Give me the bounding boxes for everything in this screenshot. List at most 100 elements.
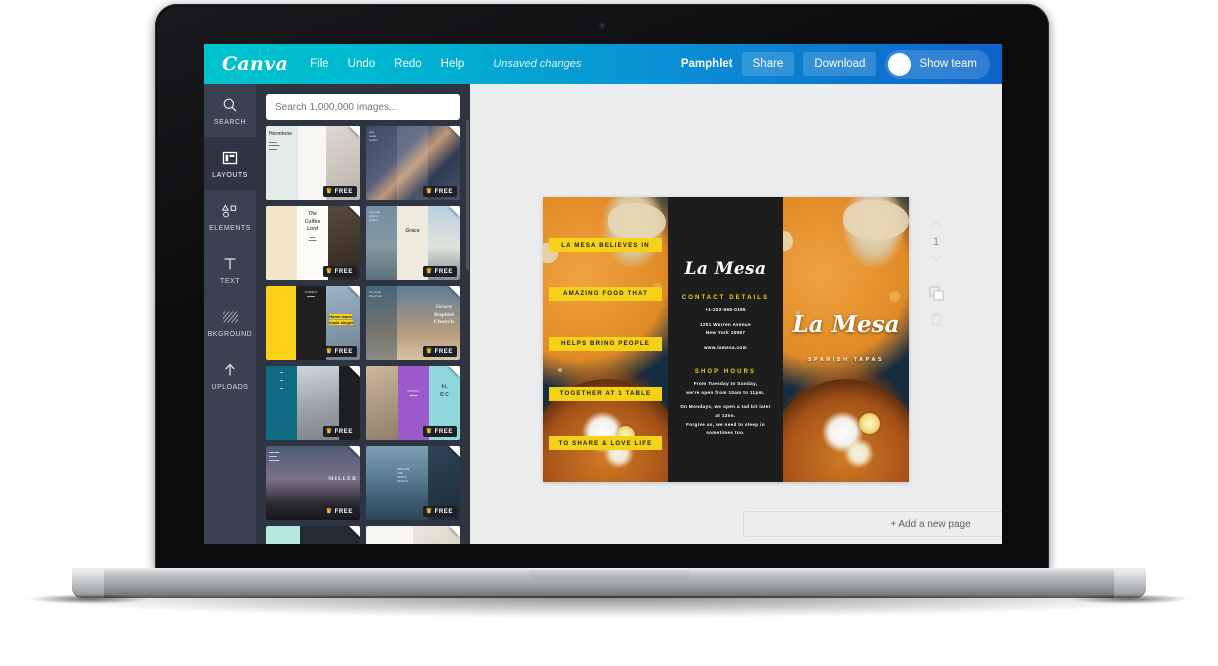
- sidebar-item-background[interactable]: BKGROUND: [204, 296, 256, 349]
- design-stage: LA MESA BELIEVES IN AMAZING FOOD THAT HE…: [470, 84, 1002, 544]
- template-card[interactable]: [366, 526, 460, 544]
- laptop-mockup: Canva File Undo Redo Help Unsaved change…: [0, 0, 1218, 666]
- paella-dish-right: [783, 379, 909, 482]
- free-label: FREE: [334, 268, 353, 275]
- background-icon: [222, 308, 239, 327]
- template-free-badge: ♛ FREE: [422, 266, 457, 277]
- sidebar-label-elements: ELEMENTS: [209, 224, 251, 232]
- template-card[interactable]: style meets comfort ♛ FREE: [366, 126, 460, 200]
- crown-icon: ♛: [325, 188, 333, 195]
- crown-icon: ♛: [425, 508, 433, 515]
- template-card[interactable]: The Coffee Lord ▬▬ ▬▬▬ ♛ FREE: [266, 206, 360, 280]
- template-card[interactable]: ▬▬▬▬ ▬▬▬ ▬▬▬▬ MILLER ♛ FREE: [266, 446, 360, 520]
- template-free-badge: ♛ FREE: [422, 346, 457, 357]
- sidebar-label-text: TEXT: [220, 277, 240, 285]
- template-card[interactable]: CONNECT ▬▬▬ Home loans made simple ♛ FREE: [266, 286, 360, 360]
- laptop-screen: Canva File Undo Redo Help Unsaved change…: [204, 44, 1002, 544]
- free-label: FREE: [434, 428, 453, 435]
- free-label: FREE: [434, 188, 453, 195]
- sidebar-item-search[interactable]: SEARCH: [204, 84, 256, 137]
- crown-icon: ♛: [425, 348, 433, 355]
- chevron-down-icon[interactable]: [930, 254, 943, 264]
- template-free-badge: ♛ FREE: [422, 426, 457, 437]
- document-title[interactable]: Pamphlet: [681, 58, 733, 70]
- menu-help[interactable]: Help: [441, 58, 465, 70]
- template-card[interactable]: The Grace Way of Life Grace Baptist Church …: [366, 286, 460, 360]
- add-new-page-button[interactable]: + Add a new page: [743, 511, 1002, 537]
- crown-icon: ♛: [425, 428, 433, 435]
- template-panel-scrollbar[interactable]: [466, 120, 469, 270]
- page-controls: 1: [918, 220, 954, 331]
- template-fold-corner: [349, 126, 360, 137]
- free-label: FREE: [434, 268, 453, 275]
- sidebar-item-uploads[interactable]: UPLOADS: [204, 349, 256, 402]
- text-icon: [222, 255, 238, 274]
- sidebar-item-layouts[interactable]: LAYOUTS: [204, 137, 256, 190]
- webcam-glint: [601, 24, 603, 26]
- show-team-label: Show team: [919, 58, 977, 70]
- free-label: FREE: [434, 508, 453, 515]
- brochure-design[interactable]: LA MESA BELIEVES IN AMAZING FOOD THAT HE…: [543, 197, 909, 482]
- template-card[interactable]: EXPLORE THE WORLD WITH US ♛ FREE: [366, 446, 460, 520]
- food-photo-right: [783, 197, 909, 482]
- canva-logo[interactable]: Canva: [222, 53, 288, 75]
- brochure-panel-middle[interactable]: La Mesa CONTACT DETAILS +1-202-555-0195 …: [668, 197, 783, 482]
- chevron-up-icon[interactable]: [930, 220, 943, 230]
- search-wrapper: [256, 84, 470, 126]
- contact-heading: CONTACT DETAILS: [681, 295, 770, 301]
- free-label: FREE: [334, 428, 353, 435]
- template-card[interactable]: Hermione ▬▬▬ ▬▬▬▬ ▬▬▬ ♛ FREE: [266, 126, 360, 200]
- share-button[interactable]: Share: [741, 52, 795, 76]
- template-free-badge: ♛ FREE: [322, 426, 357, 437]
- crown-icon: ♛: [425, 188, 433, 195]
- template-free-badge: ♛ FREE: [322, 186, 357, 197]
- show-team-button[interactable]: Show team: [885, 49, 990, 79]
- contact-address-1: 1201 Warren Avenue: [700, 321, 751, 327]
- brochure-panel-left[interactable]: LA MESA BELIEVES IN AMAZING FOOD THAT HE…: [543, 197, 668, 482]
- free-label: FREE: [334, 508, 353, 515]
- sidebar-item-elements[interactable]: ELEMENTS: [204, 190, 256, 243]
- template-card[interactable]: ▬ ▬ ▬ ♛ FREE: [266, 366, 360, 440]
- brochure-panel-right[interactable]: La Mesa SPANISH TAPAS: [783, 197, 909, 482]
- avatar: [888, 52, 912, 76]
- hours-line-2: we're open from 10am to 11pm.: [686, 389, 765, 395]
- sidebar-label-uploads: UPLOADS: [211, 383, 249, 391]
- contact-website: www.lamesa.com: [703, 345, 748, 351]
- menu-redo[interactable]: Redo: [394, 58, 422, 70]
- menu-file[interactable]: File: [310, 58, 329, 70]
- contact-phone: +1-202-555-0195: [705, 307, 746, 312]
- template-grid: Hermione ▬▬▬ ▬▬▬▬ ▬▬▬ ♛ FREE style meets comf…: [256, 126, 470, 544]
- template-free-badge: ♛ FREE: [422, 506, 457, 517]
- template-free-badge: ♛ FREE: [322, 506, 357, 517]
- hours-line-1: From Tuesday to Sunday,: [693, 380, 758, 386]
- brochure-cover-title: La Mesa: [792, 311, 900, 338]
- search-input[interactable]: [266, 94, 460, 120]
- template-panel: Hermione▬▬▬▬▬▬▬▬▬▬ ♛ FREE stylemeetscomf…: [256, 84, 470, 544]
- template-card[interactable]: CONTACT ▬▬▬ hi, D C ♛ FREE: [366, 366, 460, 440]
- free-label: FREE: [434, 348, 453, 355]
- download-button[interactable]: Download: [803, 52, 877, 76]
- duplicate-page-icon[interactable]: [928, 286, 944, 306]
- upload-icon: [222, 361, 238, 380]
- hours-line-4: Forgive us, we need to sleep in sometime…: [686, 421, 765, 436]
- crown-icon: ♛: [325, 428, 333, 435]
- template-card[interactable]: Your soul which is endless Grace ♛ FREE: [366, 206, 460, 280]
- page-number: 1: [932, 236, 940, 248]
- laptop-drop-shadow: [18, 596, 1200, 618]
- left-strip-5: TO SHARE & LOVE LIFE: [549, 436, 662, 451]
- left-strip-2: AMAZING FOOD THAT: [549, 286, 662, 301]
- menu-undo[interactable]: Undo: [348, 58, 376, 70]
- app-topbar: Canva File Undo Redo Help Unsaved change…: [204, 44, 1002, 84]
- brand-wordmark: La Mesa: [684, 259, 767, 279]
- template-free-badge: ♛ FREE: [322, 346, 357, 357]
- crown-icon: ♛: [325, 348, 333, 355]
- sidebar-item-text[interactable]: TEXT: [204, 243, 256, 296]
- layouts-icon: [222, 149, 238, 168]
- trash-icon[interactable]: [930, 312, 943, 331]
- laptop-base-notch: [530, 570, 690, 579]
- save-status-text: Unsaved changes: [493, 58, 582, 70]
- topbar-actions: Pamphlet Share Download Show team: [681, 49, 1002, 79]
- hours-line-3: On Mondays, we open a tad bit later at 1…: [680, 404, 771, 419]
- left-strip-4: TOGETHER AT 1 TABLE: [549, 386, 662, 401]
- template-card[interactable]: [266, 526, 360, 544]
